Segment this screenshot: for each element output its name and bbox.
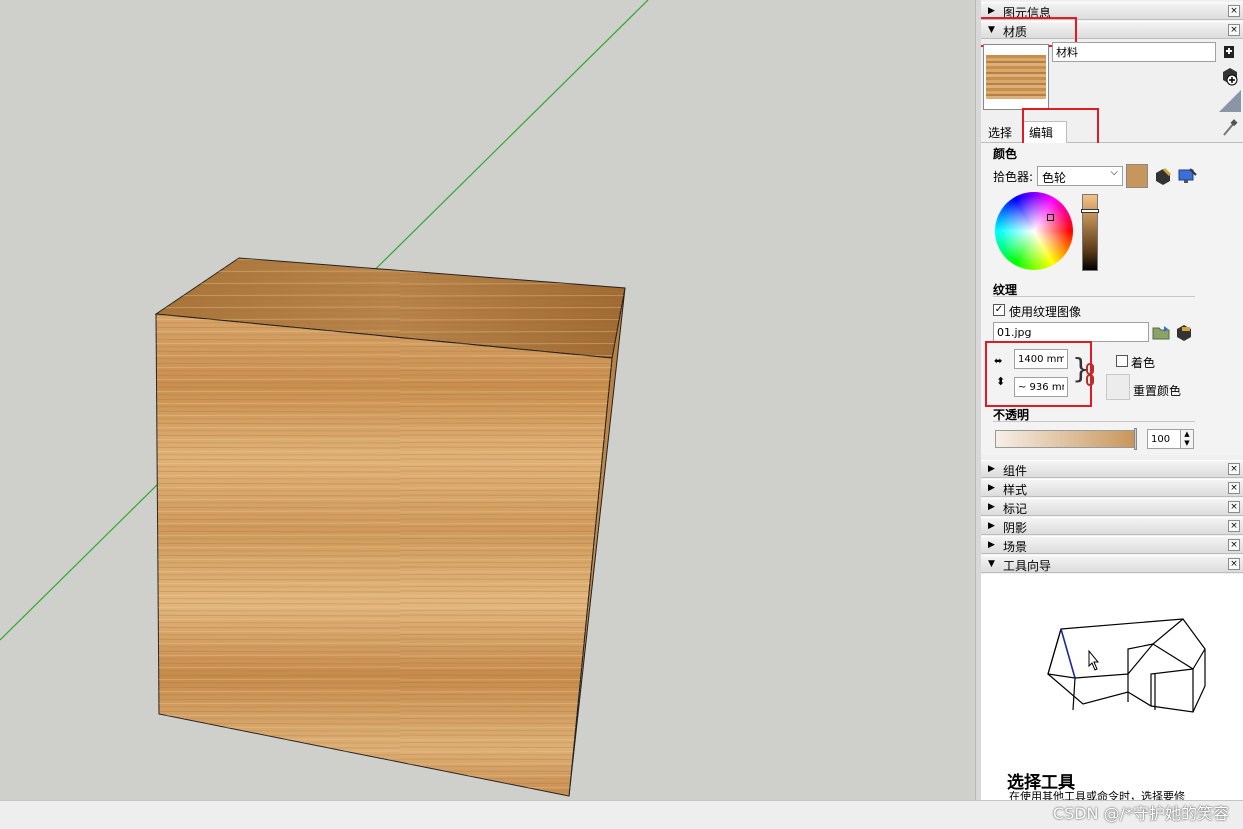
scene-canvas[interactable] xyxy=(0,0,975,800)
close-icon[interactable]: × xyxy=(1228,24,1240,36)
panel-header-instructor[interactable]: ▼ 工具向导 × xyxy=(981,555,1243,573)
panel-header-scenes[interactable]: ▶ 场景 × xyxy=(981,536,1243,554)
texture-height-field[interactable] xyxy=(1014,377,1068,397)
collapsed-triangle-icon: ▶ xyxy=(988,540,995,550)
panel-header-styles[interactable]: ▶ 样式 × xyxy=(981,479,1243,497)
picker-label: 拾色器: xyxy=(993,170,1034,184)
expanded-triangle-icon: ▼ xyxy=(988,25,995,35)
tab-select[interactable]: 选择 xyxy=(984,124,1016,142)
close-icon[interactable]: × xyxy=(1228,520,1240,532)
reset-color-button[interactable] xyxy=(1106,374,1130,400)
panel-title-styles: 样式 xyxy=(1003,483,1028,497)
chevron-down-icon: ⌵ xyxy=(1110,167,1118,178)
material-preview-swatch[interactable] xyxy=(983,44,1049,110)
close-icon[interactable]: × xyxy=(1228,558,1240,570)
eyedropper-icon[interactable] xyxy=(1221,118,1239,138)
panel-title-materials: 材质 xyxy=(1003,25,1028,39)
instructor-description: 在使用其他工具或命令时，选择要修 xyxy=(1009,790,1185,800)
opacity-slider[interactable] xyxy=(995,428,1137,450)
close-icon[interactable]: × xyxy=(1228,539,1240,551)
panel-header-components[interactable]: ▶ 组件 × xyxy=(981,460,1243,478)
collapsed-triangle-icon: ▶ xyxy=(988,6,995,16)
width-arrow-icon: ⬌ xyxy=(994,356,1003,367)
texture-file-field[interactable] xyxy=(993,322,1149,342)
panel-title-components: 组件 xyxy=(1003,464,1028,478)
panel-header-shadows[interactable]: ▶ 阴影 × xyxy=(981,517,1243,535)
opacity-slider-thumb[interactable] xyxy=(1134,428,1137,450)
tab-edit[interactable]: 编辑 xyxy=(1023,121,1067,144)
height-arrow-icon: ⬍ xyxy=(996,375,1006,388)
color-section-title: 颜色 xyxy=(993,147,1018,161)
tab-select-label: 选择 xyxy=(988,126,1013,140)
panel-header-materials[interactable]: ▼ 材质 × xyxy=(981,21,1243,39)
create-material-icon[interactable] xyxy=(1221,44,1237,60)
color-wheel-cursor[interactable] xyxy=(1047,214,1054,221)
panel-header-entity-info[interactable]: ▶ 图元信息 × xyxy=(981,2,1243,20)
panel-title-instructor: 工具向导 xyxy=(1003,559,1052,573)
use-texture-checkbox[interactable]: ✓ xyxy=(993,304,1005,316)
opacity-field[interactable] xyxy=(1147,429,1181,449)
brightness-slider-thumb[interactable] xyxy=(1081,209,1099,213)
section-divider xyxy=(993,296,1195,297)
panel-header-tags[interactable]: ▶ 标记 × xyxy=(981,498,1243,516)
edit-texture-icon[interactable] xyxy=(1174,322,1194,342)
close-icon[interactable]: × xyxy=(1228,482,1240,494)
model-viewport[interactable] xyxy=(0,0,975,800)
materials-tabs xyxy=(981,119,1243,143)
match-screen-color-icon[interactable] xyxy=(1177,166,1199,186)
sample-paint-corner-icon[interactable] xyxy=(1219,90,1241,112)
match-model-color-icon[interactable] xyxy=(1153,166,1173,186)
opacity-spinner[interactable]: ▲ ▼ xyxy=(1180,429,1194,449)
default-tray: ▶ 图元信息 × ▼ 材质 × 选择 编辑 颜色 拾色器: 色轮 ⌵ xyxy=(981,0,1243,800)
reset-color-label: 重置颜色 xyxy=(1133,384,1182,398)
tab-edit-label: 编辑 xyxy=(1029,126,1054,140)
color-picker-value: 色轮 xyxy=(1042,171,1067,185)
color-wheel[interactable] xyxy=(995,192,1073,270)
watermark-text: CSDN @/*守护她的笑容 xyxy=(1052,804,1229,823)
chain-link-icon[interactable] xyxy=(1085,363,1095,387)
instructor-pane: 选择工具 在使用其他工具或命令时，选择要修 xyxy=(981,574,1243,800)
section-divider xyxy=(993,421,1195,422)
texture-width-field[interactable] xyxy=(1014,349,1068,369)
panel-title-entity-info: 图元信息 xyxy=(1003,6,1052,20)
current-color-swatch[interactable] xyxy=(1126,164,1148,188)
colorize-checkbox[interactable] xyxy=(1116,355,1128,367)
material-name-field[interactable] xyxy=(1052,42,1216,62)
use-texture-label: 使用纹理图像 xyxy=(1009,305,1082,319)
browse-folder-icon[interactable] xyxy=(1151,322,1171,342)
close-icon[interactable]: × xyxy=(1228,501,1240,513)
panel-title-scenes: 场景 xyxy=(1003,540,1028,554)
close-icon[interactable]: × xyxy=(1228,5,1240,17)
collapsed-triangle-icon: ▶ xyxy=(988,502,995,512)
colorize-label: 着色 xyxy=(1131,356,1156,370)
add-to-model-icon[interactable] xyxy=(1221,66,1239,86)
color-picker-select[interactable]: 色轮 ⌵ xyxy=(1037,166,1123,186)
collapsed-triangle-icon: ▶ xyxy=(988,521,995,531)
collapsed-triangle-icon: ▶ xyxy=(988,464,995,474)
collapsed-triangle-icon: ▶ xyxy=(988,483,995,493)
expanded-triangle-icon: ▼ xyxy=(988,559,995,569)
panel-title-shadows: 阴影 xyxy=(1003,521,1028,535)
brightness-slider[interactable] xyxy=(1081,194,1099,271)
panel-title-tags: 标记 xyxy=(1003,502,1028,516)
close-icon[interactable]: × xyxy=(1228,463,1240,475)
instructor-illustration xyxy=(1047,618,1206,713)
